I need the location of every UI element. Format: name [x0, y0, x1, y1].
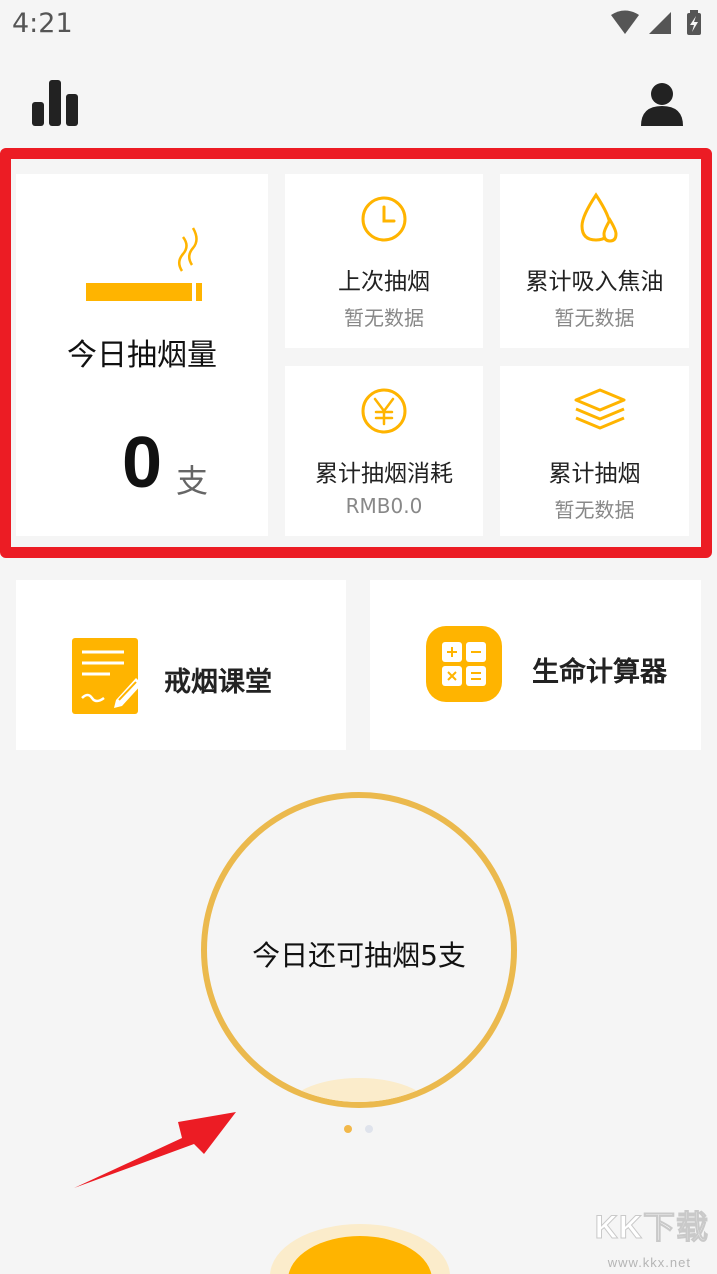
wifi-icon: [611, 10, 639, 34]
status-icons: [611, 10, 701, 35]
remaining-cigarettes-text: 今日还可抽烟5支: [252, 939, 466, 972]
spending-label: 累计抽烟消耗: [315, 461, 453, 487]
pager-dot[interactable]: [365, 1125, 373, 1133]
last-smoke-tile[interactable]: 上次抽烟 暂无数据: [285, 174, 483, 348]
clock-icon: [361, 196, 407, 242]
last-smoke-label: 上次抽烟: [338, 269, 430, 295]
tar-intake-label: 累计吸入焦油: [525, 269, 664, 295]
last-smoke-value: 暂无数据: [344, 306, 424, 330]
status-time: 4:21: [12, 8, 73, 39]
tar-drop-icon: [580, 192, 618, 243]
today-smoking-label: 今日抽烟量: [67, 338, 217, 373]
total-smoked-label: 累计抽烟: [548, 461, 641, 487]
tar-intake-tile[interactable]: 累计吸入焦油 暂无数据: [500, 174, 689, 348]
notepad-icon: [72, 638, 140, 714]
pager-dot-active[interactable]: [344, 1125, 352, 1133]
watermark-url: www.kkx.net: [607, 1255, 691, 1270]
layers-icon: [574, 388, 626, 430]
spending-tile[interactable]: 累计抽烟消耗 RMB0.0: [285, 366, 483, 536]
user-icon: [641, 83, 683, 126]
cigarette-icon: [86, 227, 202, 301]
quit-class-card[interactable]: 戒烟课堂: [16, 580, 346, 750]
profile-button[interactable]: [640, 82, 684, 126]
today-smoking-card[interactable]: 今日抽烟量 0 支: [16, 174, 268, 536]
quit-class-label: 戒烟课堂: [164, 667, 272, 698]
total-smoked-tile[interactable]: 累计抽烟 暂无数据: [500, 366, 689, 536]
watermark-logo: KK下载: [594, 1209, 709, 1246]
remaining-cigarettes-ring[interactable]: 今日还可抽烟5支: [201, 792, 517, 1108]
today-smoking-count: 0: [122, 423, 163, 503]
smoke-record-button[interactable]: [270, 1224, 450, 1274]
statistics-button[interactable]: [32, 80, 80, 126]
calculator-icon: [426, 626, 502, 702]
status-bar: 4:21: [0, 0, 717, 50]
bar-chart-icon: [32, 80, 78, 126]
ring-fill: [284, 1078, 434, 1102]
tar-intake-value: 暂无数据: [554, 306, 635, 330]
spending-value: RMB0.0: [345, 494, 423, 518]
signal-icon: [649, 12, 671, 34]
yen-coin-icon: [361, 388, 407, 434]
today-smoking-unit: 支: [176, 462, 209, 500]
life-calculator-label: 生命计算器: [532, 657, 667, 688]
battery-icon: [687, 10, 701, 35]
life-calculator-card[interactable]: 生命计算器: [370, 580, 701, 750]
annotation-arrow: [74, 1112, 236, 1188]
total-smoked-value: 暂无数据: [554, 498, 635, 522]
